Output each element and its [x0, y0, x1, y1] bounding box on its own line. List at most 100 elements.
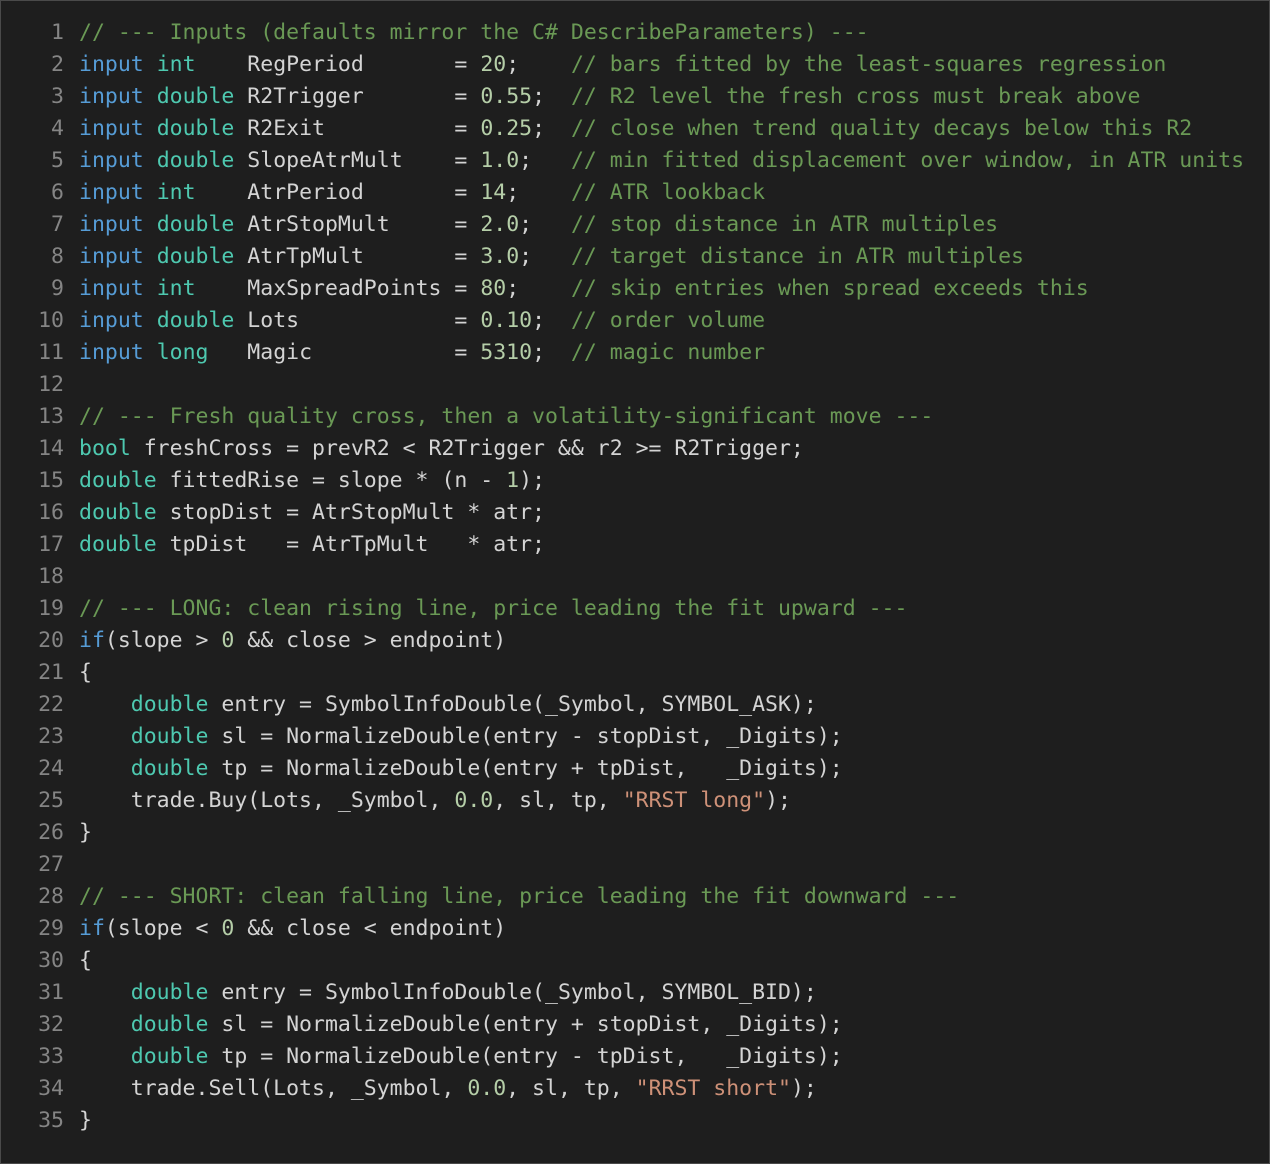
string-token: "RRST long": [622, 788, 766, 813]
code-line[interactable]: 23 double sl = NormalizeDouble(entry - s…: [1, 721, 1269, 753]
code-line[interactable]: 27: [1, 849, 1269, 881]
code-token: AtrStopMult =: [234, 212, 481, 237]
line-number: 27: [38, 852, 64, 877]
type-token: int: [156, 276, 196, 301]
code-token: , sl, tp,: [493, 788, 623, 813]
code-token: );: [519, 468, 546, 493]
code-token: {: [79, 948, 92, 973]
code-line[interactable]: 14 bool freshCross = prevR2 < R2Trigger &…: [1, 433, 1269, 465]
keyword-token: input: [79, 340, 144, 365]
code-text: double entry = SymbolInfoDouble(_Symbol,…: [79, 689, 817, 721]
number-token: 0.25: [480, 116, 533, 141]
keyword-token: input: [79, 84, 144, 109]
line-number: 7: [51, 212, 64, 237]
code-line[interactable]: 34 trade.Sell(Lots, _Symbol, 0.0, sl, tp…: [1, 1073, 1269, 1105]
code-line[interactable]: 18: [1, 561, 1269, 593]
code-text: trade.Sell(Lots, _Symbol, 0.0, sl, tp, "…: [79, 1073, 817, 1105]
code-line[interactable]: 30 {: [1, 945, 1269, 977]
code-line[interactable]: 5 input double SlopeAtrMult = 1.0; // min…: [1, 145, 1269, 177]
code-line[interactable]: 10 input double Lots = 0.10; // order vol…: [1, 305, 1269, 337]
type-token: double: [130, 1044, 209, 1069]
code-line[interactable]: 13 // --- Fresh quality cross, then a vol…: [1, 401, 1269, 433]
code-editor[interactable]: 1 // --- Inputs (defaults mirror the C# D…: [0, 0, 1270, 1164]
number-token: 2.0: [480, 212, 520, 237]
code-line[interactable]: 33 double tp = NormalizeDouble(entry - t…: [1, 1041, 1269, 1073]
line-number: 2: [51, 52, 64, 77]
code-line[interactable]: 15 double fittedRise = slope * (n - 1);: [1, 465, 1269, 497]
code-line[interactable]: 19 // --- LONG: clean rising line, price …: [1, 593, 1269, 625]
code-token: MaxSpreadPoints =: [195, 276, 481, 301]
code-line[interactable]: 1 // --- Inputs (defaults mirror the C# D…: [1, 17, 1269, 49]
comment-token: // min fitted displacement over window, …: [570, 148, 1245, 173]
type-token: double: [130, 724, 209, 749]
code-line[interactable]: 8 input double AtrTpMult = 3.0; // target…: [1, 241, 1269, 273]
code-line[interactable]: 4 input double R2Exit = 0.25; // close wh…: [1, 113, 1269, 145]
code-token: }: [79, 1108, 92, 1133]
code-token: tp = NormalizeDouble(entry + tpDist, _Di…: [208, 756, 843, 781]
line-number: 24: [38, 756, 64, 781]
code-line[interactable]: 11 input long Magic = 5310; // magic numb…: [1, 337, 1269, 369]
code-line[interactable]: 24 double tp = NormalizeDouble(entry + t…: [1, 753, 1269, 785]
code-token: Lots =: [234, 308, 481, 333]
number-token: 0: [221, 628, 235, 653]
code-line[interactable]: 21 {: [1, 657, 1269, 689]
number-token: 0.0: [454, 788, 494, 813]
code-token: tp = NormalizeDouble(entry - tpDist, _Di…: [208, 1044, 843, 1069]
line-number: 9: [51, 276, 64, 301]
code-line[interactable]: 20 if(slope > 0 && close > endpoint): [1, 625, 1269, 657]
code-token: SlopeAtrMult =: [234, 148, 481, 173]
code-text: if(slope < 0 && close < endpoint): [79, 913, 506, 945]
code-line[interactable]: 6 input int AtrPeriod = 14; // ATR lookba…: [1, 177, 1269, 209]
line-number: 8: [51, 244, 64, 269]
code-line[interactable]: 17 double tpDist = AtrTpMult * atr;: [1, 529, 1269, 561]
code-line[interactable]: 3 input double R2Trigger = 0.55; // R2 le…: [1, 81, 1269, 113]
code-line[interactable]: 28 // --- SHORT: clean falling line, pric…: [1, 881, 1269, 913]
code-token: R2Exit =: [234, 116, 481, 141]
line-number: 32: [38, 1012, 64, 1037]
code-text: input double Lots = 0.10; // order volum…: [79, 305, 765, 337]
code-line[interactable]: 2 input int RegPeriod = 20; // bars fitte…: [1, 49, 1269, 81]
code-line[interactable]: 32 double sl = NormalizeDouble(entry + s…: [1, 1009, 1269, 1041]
line-number: 13: [38, 404, 64, 429]
code-text: input int RegPeriod = 20; // bars fitted…: [79, 49, 1166, 81]
code-line[interactable]: 9 input int MaxSpreadPoints = 80; // skip…: [1, 273, 1269, 305]
code-token: }: [79, 820, 92, 845]
code-token: RegPeriod =: [195, 52, 481, 77]
number-token: 0.55: [480, 84, 533, 109]
line-number: 3: [51, 84, 64, 109]
comment-token: // --- SHORT: clean falling line, price …: [79, 884, 960, 909]
type-token: double: [156, 116, 235, 141]
code-text: input double SlopeAtrMult = 1.0; // min …: [79, 145, 1244, 177]
code-token: freshCross = prevR2 < R2Trigger && r2 >=…: [130, 436, 804, 461]
code-line[interactable]: 31 double entry = SymbolInfoDouble(_Symb…: [1, 977, 1269, 1009]
number-token: 14: [480, 180, 507, 205]
code-text: double sl = NormalizeDouble(entry + stop…: [79, 1009, 843, 1041]
code-line[interactable]: 25 trade.Buy(Lots, _Symbol, 0.0, sl, tp,…: [1, 785, 1269, 817]
code-line[interactable]: 7 input double AtrStopMult = 2.0; // stop…: [1, 209, 1269, 241]
line-number: 35: [38, 1108, 64, 1133]
code-text: double tpDist = AtrTpMult * atr;: [79, 529, 545, 561]
keyword-token: input: [79, 276, 144, 301]
line-number: 22: [38, 692, 64, 717]
string-token: "RRST short": [635, 1076, 791, 1101]
code-text: input double AtrTpMult = 3.0; // target …: [79, 241, 1024, 273]
number-token: 1.0: [480, 148, 520, 173]
code-line[interactable]: 22 double entry = SymbolInfoDouble(_Symb…: [1, 689, 1269, 721]
line-number: 18: [38, 564, 64, 589]
line-number: 15: [38, 468, 64, 493]
type-token: double: [130, 692, 209, 717]
code-line[interactable]: 12: [1, 369, 1269, 401]
code-token: R2Trigger =: [234, 84, 481, 109]
comment-token: // ATR lookback: [570, 180, 766, 205]
code-line[interactable]: 35}: [1, 1105, 1269, 1137]
code-line[interactable]: 29 if(slope < 0 && close < endpoint): [1, 913, 1269, 945]
comment-token: // R2 level the fresh cross must break a…: [570, 84, 1141, 109]
code-line[interactable]: 16 double stopDist = AtrStopMult * atr;: [1, 497, 1269, 529]
code-line[interactable]: 26}: [1, 817, 1269, 849]
code-area[interactable]: 1 // --- Inputs (defaults mirror the C# D…: [1, 17, 1269, 1137]
code-token: tpDist = AtrTpMult * atr;: [156, 532, 545, 557]
code-token: ;: [506, 276, 571, 301]
comment-token: // magic number: [570, 340, 766, 365]
keyword-token: input: [79, 116, 144, 141]
